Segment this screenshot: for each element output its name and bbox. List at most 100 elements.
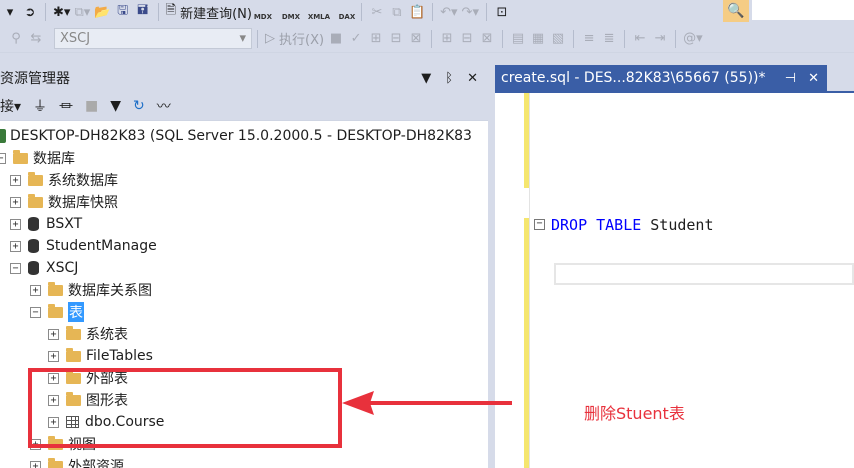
open-folder-icon[interactable]: 📂 [92, 1, 112, 23]
tree-node-diagrams[interactable]: + 数据库关系图 [30, 279, 152, 301]
tree-node-server[interactable]: DESKTOP-DH82K83 (SQL Server 15.0.2000.5 … [0, 125, 472, 147]
comment-icon[interactable]: ≡ [579, 28, 599, 50]
results-text-icon[interactable]: ▤ [508, 28, 528, 50]
play-icon: ▷ [265, 31, 275, 46]
search-icon[interactable]: 🔍 [723, 0, 749, 22]
results-grid-icon[interactable]: ▦ [528, 28, 548, 50]
expand-icon[interactable]: + [48, 350, 59, 362]
collapse-icon[interactable]: − [0, 152, 6, 164]
tree-node-tables[interactable]: − 表 [30, 301, 84, 323]
stop-icon[interactable]: ■ [326, 28, 346, 50]
disconnect-icon[interactable]: ⏛ [59, 96, 73, 116]
change-connection-icon[interactable]: ⇆ [26, 28, 46, 50]
paste-icon[interactable]: 📋 [407, 1, 427, 23]
new-query-button[interactable]: 🗎 新建查询(N) [164, 1, 254, 23]
query-designer-icon[interactable]: ⊟ [386, 28, 406, 50]
object-explorer-toolbar: 接▾ ⏚ ⏛ ■ ▼ ↻ 〰 [0, 91, 488, 121]
tab-controls: ⊣ ✕ [785, 71, 819, 86]
database-icon [28, 217, 39, 231]
tree-node-system-databases[interactable]: + 系统数据库 [10, 169, 118, 191]
dropdown-arrow-icon[interactable]: ▾ [0, 1, 20, 23]
cut-icon[interactable]: ✂ [367, 1, 387, 23]
tree-node-db-xscj[interactable]: − XSCJ [10, 257, 78, 279]
activity-icon[interactable]: 〰 [157, 96, 171, 116]
indent-icon[interactable]: ⇥ [650, 28, 670, 50]
tree-node-external-resources[interactable]: + 外部资源 [30, 455, 124, 468]
connect-plug-icon[interactable]: ⏚ [33, 96, 47, 116]
dax-query-button[interactable]: DAX [338, 3, 356, 21]
toolbar-separator [431, 29, 433, 48]
collapse-icon[interactable]: − [10, 262, 21, 274]
outline-collapse-icon[interactable]: − [534, 219, 545, 230]
current-line-highlight [554, 263, 854, 285]
dmx-query-button[interactable]: DMX [282, 3, 300, 21]
toolbar-separator [502, 29, 504, 48]
tree-node-system-tables[interactable]: + 系统表 [48, 323, 128, 345]
estimated-plan-icon[interactable]: ⊞ [366, 28, 386, 50]
editor-margin [529, 93, 530, 468]
toolbar-separator [432, 3, 434, 21]
add-item-icon[interactable]: ⧉▾ [72, 1, 92, 23]
client-stats-icon[interactable]: ⊠ [477, 28, 497, 50]
xmla-query-button[interactable]: XMLA [308, 3, 330, 21]
expand-icon[interactable]: + [10, 218, 21, 230]
include-plan-icon[interactable]: ⊞ [437, 28, 457, 50]
copy-icon[interactable]: ⧉ [387, 1, 407, 23]
tab-create-sql[interactable]: create.sql - DES...82K83\65667 (55))* ⊣ … [495, 65, 827, 91]
tree-node-db-snapshots[interactable]: + 数据库快照 [10, 191, 118, 213]
save-all-icon[interactable]: 🖬 [133, 1, 153, 23]
filter-icon[interactable]: ▼ [110, 98, 121, 114]
toolbar-separator [485, 3, 487, 21]
panel-controls: ▼ ᛒ ✕ [421, 71, 478, 86]
refresh-icon[interactable]: ↻ [133, 98, 145, 114]
results-file-icon[interactable]: ▧ [548, 28, 568, 50]
tree-node-databases[interactable]: − 数据库 [0, 147, 75, 169]
tab-title: create.sql - DES...82K83\65667 (55))* [501, 70, 766, 86]
expand-icon[interactable]: + [30, 284, 41, 296]
stop-icon[interactable]: ■ [85, 98, 98, 114]
toolbar-separator [675, 29, 677, 48]
uncomment-icon[interactable]: ≣ [599, 28, 619, 50]
connect-button[interactable]: 接▾ [0, 96, 21, 116]
close-icon[interactable]: ✕ [808, 71, 819, 86]
annotation-arrow-icon [342, 391, 512, 415]
expand-icon[interactable]: + [48, 328, 59, 340]
expand-icon[interactable]: + [10, 174, 21, 186]
new-project-icon[interactable]: ✱▾ [51, 1, 72, 23]
folder-icon [66, 347, 81, 362]
forward-icon[interactable]: ➲ [20, 1, 40, 23]
pin-icon[interactable]: ⊣ [785, 71, 796, 86]
activity-monitor-icon[interactable]: ⊡ [492, 1, 512, 23]
intellisense-icon[interactable]: ⊠ [406, 28, 426, 50]
connect-icon[interactable]: ⚲ [6, 28, 26, 50]
tree-node-file-tables[interactable]: + FileTables [48, 345, 153, 367]
pin-icon[interactable]: ᛒ [445, 71, 453, 86]
save-icon[interactable]: 🖫 [113, 1, 133, 23]
live-stats-icon[interactable]: ⊟ [457, 28, 477, 50]
new-query-icon: 🗎 [165, 3, 177, 18]
folder-icon [28, 193, 43, 208]
execute-button[interactable]: ▷ 执行(X) [263, 28, 326, 50]
search-input[interactable] [752, 0, 854, 20]
window-position-icon[interactable]: ▼ [421, 71, 431, 86]
code-line[interactable]: − DROP TABLE Student [534, 216, 714, 234]
code-identifier: Student [650, 216, 714, 234]
expand-icon[interactable]: + [10, 240, 21, 252]
specify-values-icon[interactable]: @▾ [681, 28, 705, 50]
expand-icon[interactable]: + [10, 196, 21, 208]
toolbar-separator [45, 3, 46, 21]
new-query-label: 新建查询(N) [180, 6, 252, 22]
collapse-icon[interactable]: − [30, 306, 41, 318]
outdent-icon[interactable]: ⇤ [630, 28, 650, 50]
redo-icon[interactable]: ↷▾ [460, 1, 481, 23]
expand-icon[interactable]: + [30, 460, 41, 468]
mdx-query-button[interactable]: MDX [254, 3, 272, 21]
close-icon[interactable]: ✕ [467, 71, 478, 86]
undo-icon[interactable]: ↶▾ [438, 1, 459, 23]
database-icon [28, 261, 39, 275]
tree-node-db-studentmanage[interactable]: + StudentManage [10, 235, 157, 257]
tree-node-db-bsxt[interactable]: + BSXT [10, 213, 82, 235]
chevron-down-icon: ▾ [239, 31, 246, 46]
parse-icon[interactable]: ✓ [346, 28, 366, 50]
database-select[interactable]: XSCJ ▾ [54, 28, 252, 49]
